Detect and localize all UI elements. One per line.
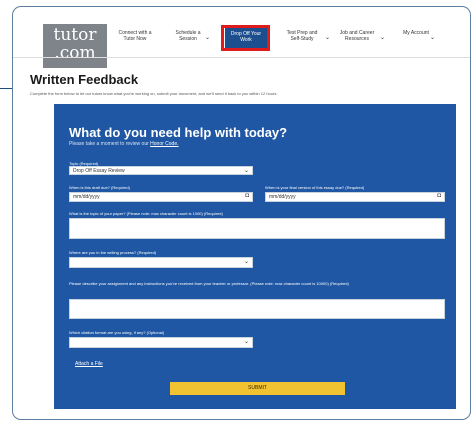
- calendar-icon[interactable]: ◘: [437, 193, 441, 199]
- chevron-down-icon: ⌄: [243, 168, 249, 174]
- top-navigation: tutor .com Connect with a Tutor Now Sche…: [13, 7, 470, 68]
- logo-bottom-text: .com: [54, 43, 96, 63]
- nav-divider: [13, 57, 470, 58]
- form-heading: What do you need help with today?: [69, 125, 288, 140]
- final-due-date-input[interactable]: mm/dd/yyyy ◘: [265, 192, 445, 202]
- chevron-down-icon[interactable]: ⌄: [205, 34, 210, 41]
- chevron-down-icon[interactable]: ⌄: [380, 34, 385, 41]
- subheading-text: Please take a moment to review our: [69, 141, 149, 147]
- chevron-down-icon: ⌄: [243, 259, 249, 265]
- citation-format-select[interactable]: ⌄: [69, 337, 253, 348]
- tutor-logo[interactable]: tutor .com: [43, 24, 107, 68]
- nav-connect-tutor[interactable]: Connect with a Tutor Now: [117, 30, 153, 42]
- page-description: Complete the form below to let our tutor…: [30, 91, 278, 96]
- paper-topic-textarea[interactable]: [69, 218, 445, 239]
- chevron-down-icon[interactable]: ⌄: [430, 34, 435, 41]
- writing-process-label: Where are you in the writing process? (R…: [69, 250, 157, 255]
- topic-select-value: Drop Off Essay Review: [73, 168, 125, 174]
- final-due-date-value: mm/dd/yyyy: [269, 194, 296, 200]
- nav-schedule-session[interactable]: Schedule a Session: [173, 30, 203, 42]
- draft-due-date-input[interactable]: mm/dd/yyyy ◘: [69, 192, 253, 202]
- citation-format-label: Which citation format are you using, if …: [69, 330, 165, 335]
- chevron-down-icon[interactable]: ⌄: [325, 34, 330, 41]
- topic-select[interactable]: Drop Off Essay Review ⌄: [69, 166, 253, 175]
- screenshot-frame: tutor .com Connect with a Tutor Now Sche…: [12, 6, 471, 420]
- calendar-icon[interactable]: ◘: [245, 193, 249, 199]
- nav-job-career[interactable]: Job and Career Resources: [338, 30, 376, 42]
- assignment-description-textarea[interactable]: [69, 299, 445, 319]
- submit-button[interactable]: SUBMIT: [170, 382, 345, 395]
- draft-due-label: When is this draft due? (Required): [69, 185, 130, 190]
- writing-process-select[interactable]: ⌄: [69, 257, 253, 268]
- honor-code-link[interactable]: Honor Code.: [150, 141, 178, 147]
- logo-top-text: tutor: [53, 25, 97, 45]
- paper-topic-label: What is the topic of your paper? (Please…: [69, 211, 223, 216]
- chevron-down-icon: ⌄: [243, 339, 249, 345]
- nav-test-prep[interactable]: Test Prep and Self-Study: [283, 30, 321, 42]
- draft-due-date-value: mm/dd/yyyy: [73, 194, 100, 200]
- callout-connector-line: [0, 88, 12, 89]
- assignment-description-label: Please describe your assignment and any …: [69, 281, 349, 286]
- nav-my-account[interactable]: My Account: [403, 30, 429, 36]
- final-due-label: When is your final version of this essay…: [265, 185, 365, 190]
- attach-file-link[interactable]: Attach a File: [75, 361, 103, 367]
- highlight-box: [221, 25, 270, 51]
- form-subheading: Please take a moment to review our Honor…: [69, 141, 179, 147]
- page-title: Written Feedback: [30, 72, 139, 87]
